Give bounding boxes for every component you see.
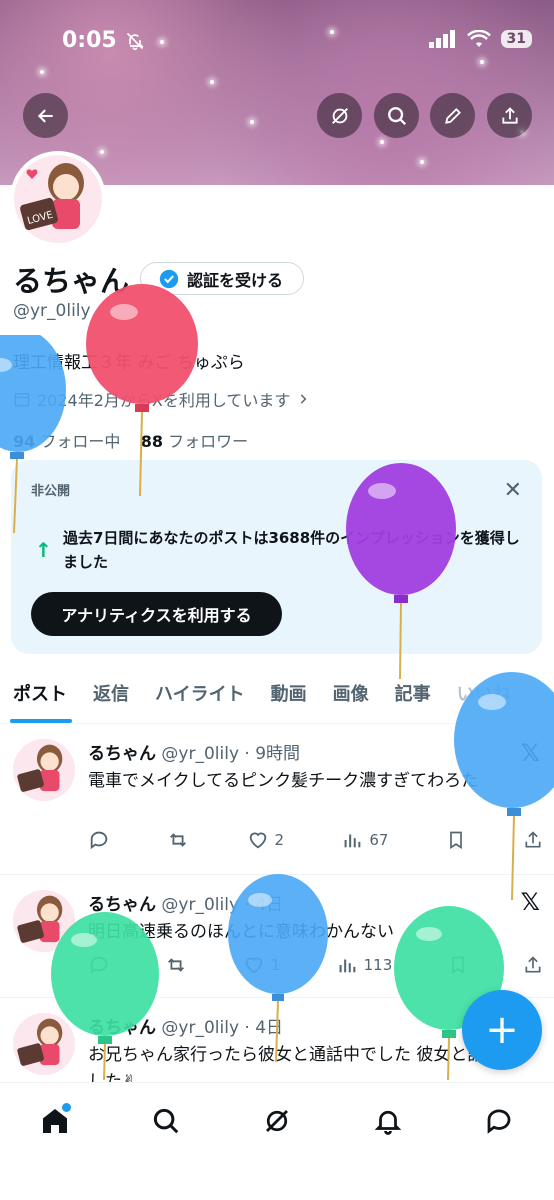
search-icon (154, 1108, 179, 1134)
pencil-icon (444, 107, 461, 124)
edit-button[interactable] (430, 93, 475, 138)
bell-icon (374, 1110, 402, 1135)
green-balloon (51, 912, 159, 1081)
share-post-button[interactable] (523, 954, 543, 976)
post-author[interactable]: るちゃん (88, 744, 156, 764)
blue-balloon (0, 335, 66, 534)
share-icon (501, 106, 518, 124)
view-count: 113 (363, 956, 393, 974)
repost-button[interactable] (165, 954, 187, 976)
plus-icon: + (485, 1007, 519, 1053)
post-header: るちゃん @yr_0lily · 9時間 (88, 739, 300, 764)
wifi-icon (466, 30, 491, 47)
blue-balloon (228, 874, 328, 1063)
like-count: 2 (274, 831, 285, 849)
back-button[interactable] (23, 93, 68, 138)
grok-icon (331, 107, 348, 124)
nav-messages[interactable] (479, 1101, 519, 1141)
share-button[interactable] (487, 93, 532, 138)
profile-avatar[interactable]: LOVE (10, 151, 106, 247)
bottom-nav (0, 1082, 554, 1200)
heart-icon (249, 832, 266, 849)
bell-off-icon (126, 32, 144, 50)
views-button[interactable]: 67 (341, 829, 388, 851)
close-icon[interactable]: ✕ (504, 478, 522, 503)
tab-posts[interactable]: ポスト (0, 672, 80, 723)
nav-search[interactable] (146, 1101, 186, 1141)
blue-balloon (454, 672, 554, 901)
share-icon (525, 956, 541, 973)
tab-videos[interactable]: 動画 (258, 672, 320, 723)
status-indicators: 31 (428, 30, 532, 48)
search-icon (387, 106, 406, 125)
repost-icon (168, 958, 185, 972)
repost-button[interactable] (167, 829, 189, 851)
like-button[interactable]: 2 (247, 829, 285, 851)
nav-grok[interactable] (257, 1101, 297, 1141)
avatar-illustration: LOVE (14, 155, 102, 243)
view-count: 67 (369, 831, 389, 849)
chevron-right-icon (301, 394, 307, 404)
clock-text: 0:05 (62, 28, 117, 53)
nav-home[interactable] (35, 1101, 75, 1141)
nav-notifications[interactable] (368, 1101, 408, 1141)
profile-handle: @yr_0lily (13, 301, 91, 321)
tab-replies[interactable]: 返信 (80, 672, 142, 723)
red-balloon (86, 284, 198, 497)
chat-bubble-icon (487, 1109, 510, 1134)
avatar-illustration (13, 739, 75, 801)
bar-chart-icon (339, 959, 355, 973)
status-time: 0:05 (62, 28, 145, 53)
tab-highlights[interactable]: ハイライト (142, 672, 258, 723)
search-button[interactable] (374, 93, 419, 138)
reply-icon (90, 831, 108, 850)
grok-icon (266, 1110, 288, 1132)
reply-button[interactable] (88, 829, 110, 851)
repost-icon (170, 833, 187, 847)
post-avatar[interactable] (13, 739, 75, 801)
views-button[interactable]: 113 (336, 954, 393, 976)
arrow-left-icon (37, 108, 53, 123)
compose-button[interactable]: + (462, 990, 542, 1070)
signal-icon (428, 30, 455, 48)
verify-label: 認証を受ける (187, 270, 284, 290)
purple-balloon (346, 463, 456, 680)
grok-button[interactable] (317, 93, 362, 138)
post-meta: @yr_0lily · 9時間 (161, 744, 301, 764)
bar-chart-icon (344, 834, 361, 848)
arrow-up-icon: ↑ (35, 538, 52, 562)
analytics-button[interactable]: アナリティクスを利用する (31, 592, 282, 636)
battery-indicator: 31 (500, 30, 532, 48)
